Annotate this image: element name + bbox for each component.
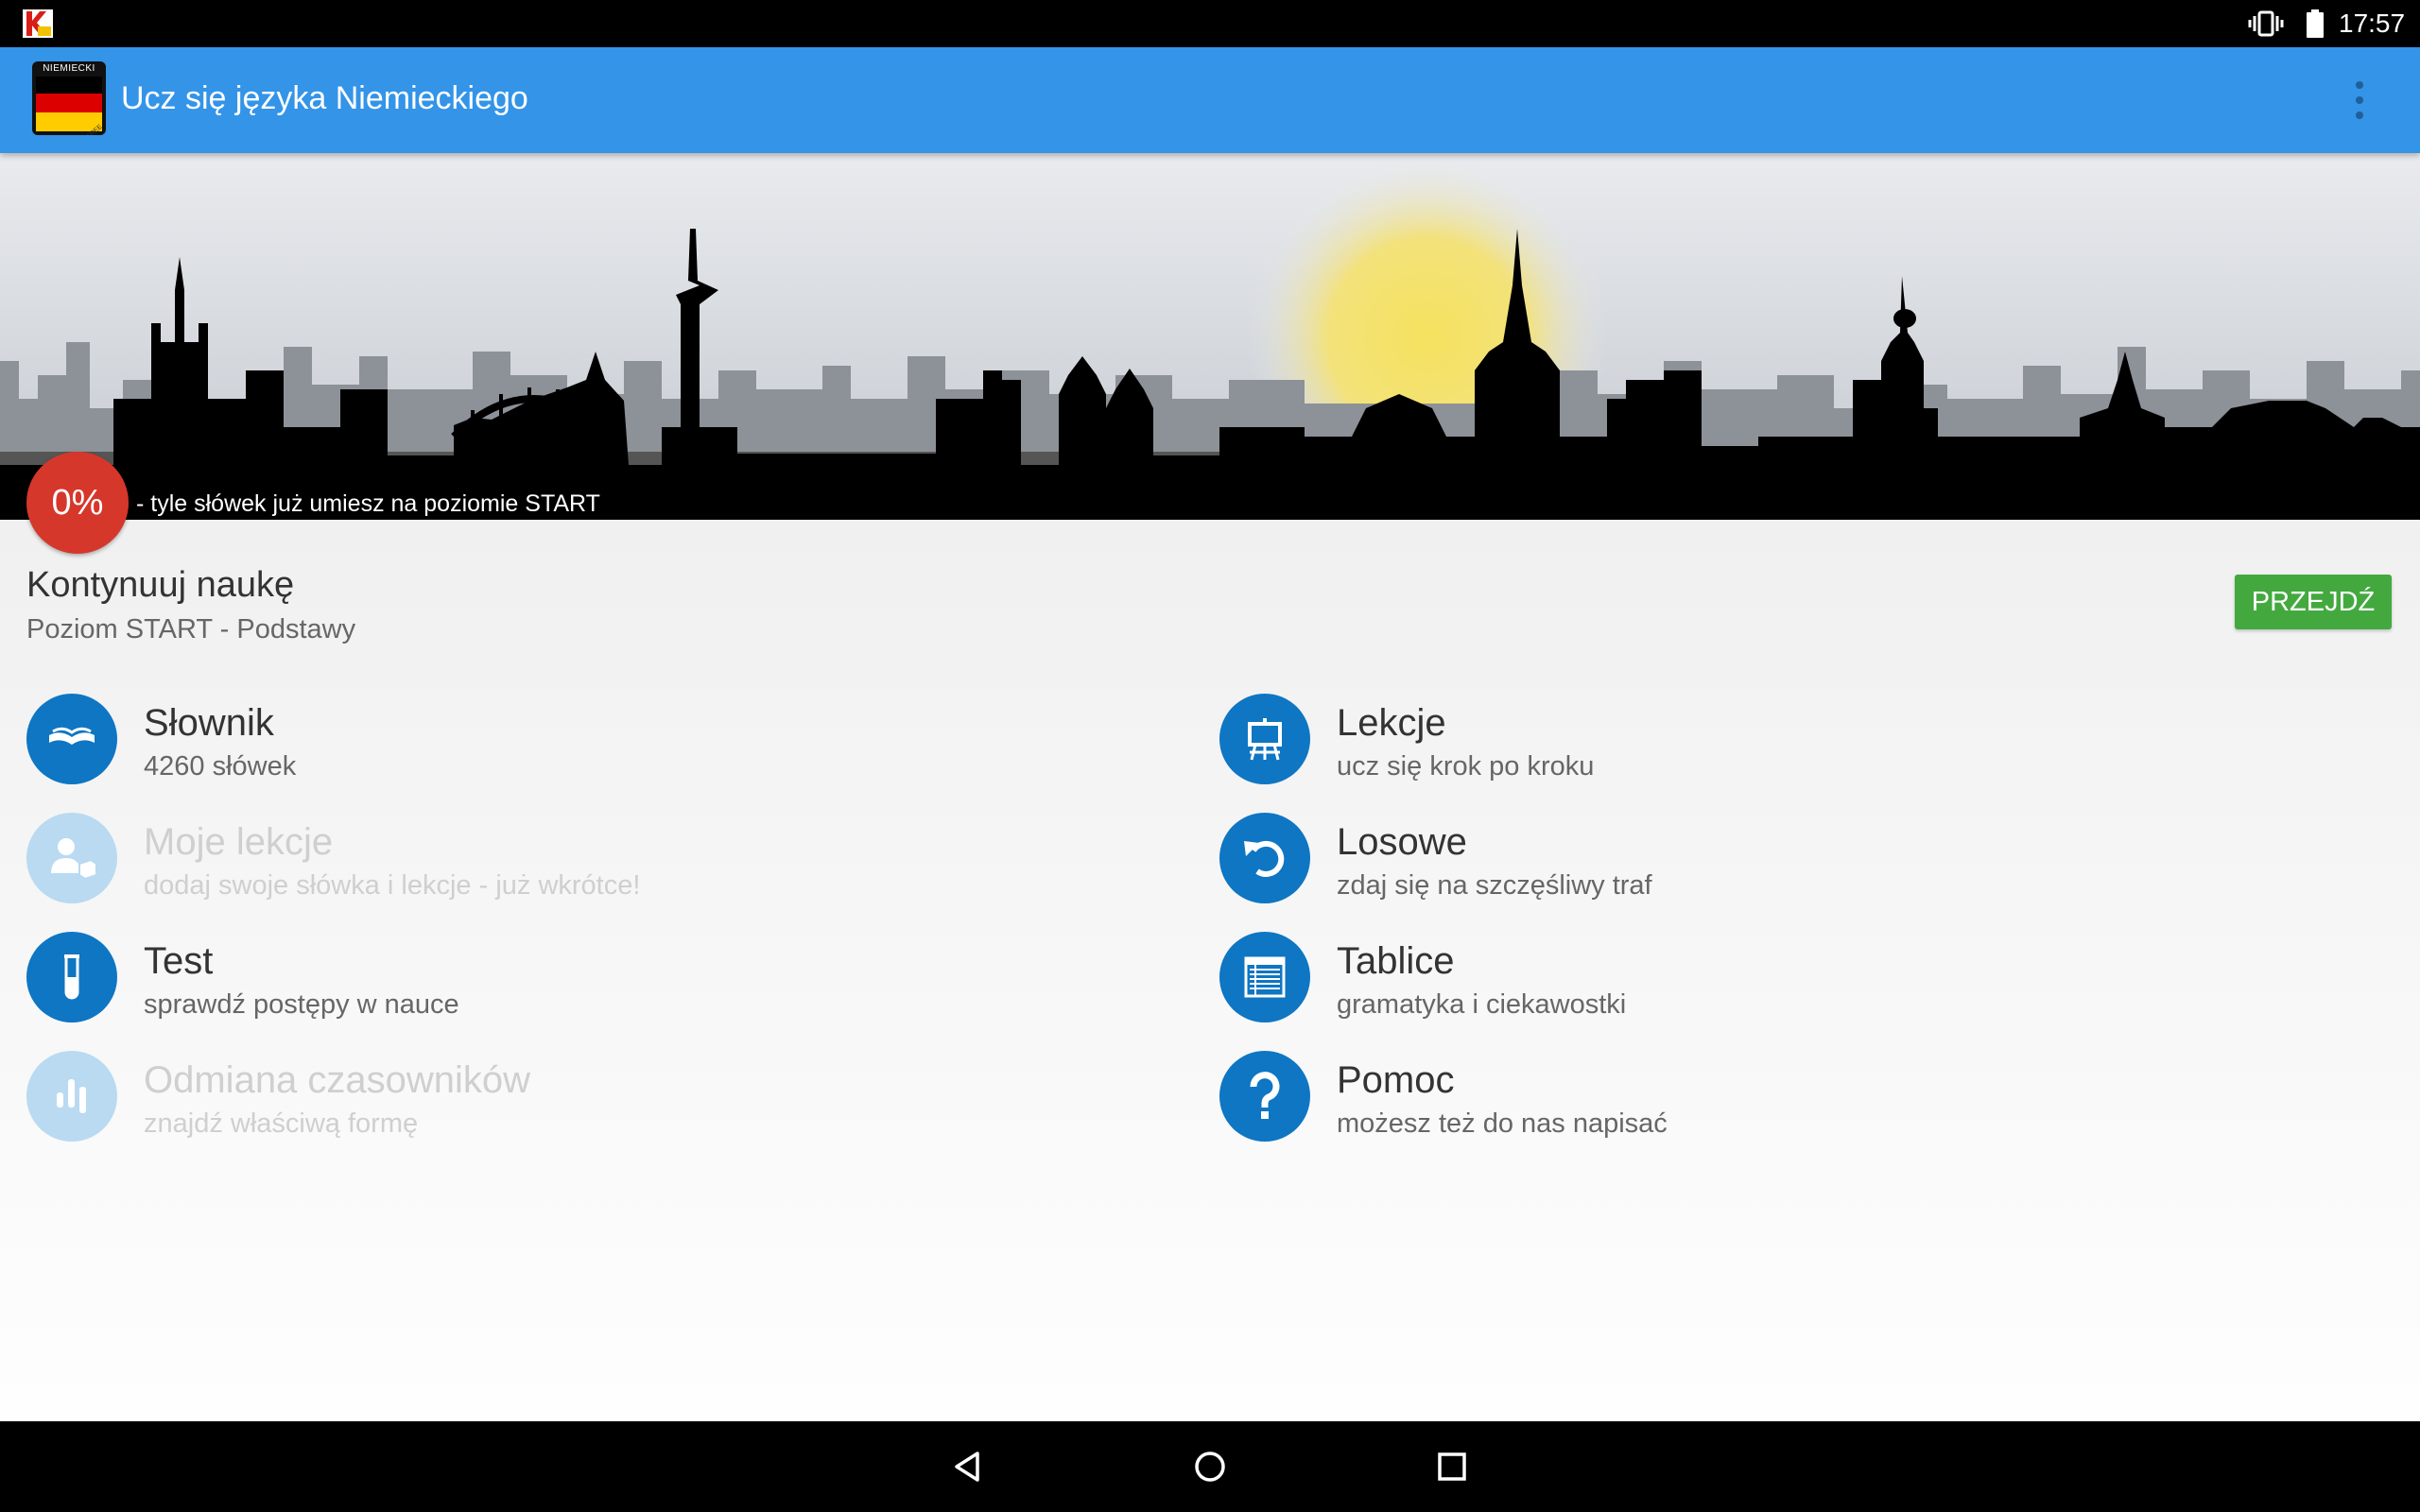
user-box-icon bbox=[26, 813, 117, 903]
undo-arrow-icon bbox=[1219, 813, 1310, 903]
home-icon[interactable] bbox=[1191, 1448, 1229, 1486]
menu-item-title: Lekcje bbox=[1337, 702, 1446, 744]
app-bar: NIEMIECKI FREE Ucz się języka Niemieckie… bbox=[0, 47, 2420, 153]
navigation-bar bbox=[0, 1421, 2420, 1512]
menu-item-subtitle: 4260 słówek bbox=[144, 751, 297, 782]
battery-icon bbox=[2307, 9, 2324, 38]
status-bar: 17:57 bbox=[0, 0, 2420, 47]
easel-icon bbox=[1219, 694, 1310, 784]
menu-item-tables[interactable]: Tablice gramatyka i ciekawostki bbox=[1219, 932, 2354, 1026]
overflow-menu-icon[interactable] bbox=[2344, 72, 2375, 129]
menu-item-subtitle: sprawdź postępy w nauce bbox=[144, 989, 459, 1020]
app-title: Ucz się języka Niemieckiego bbox=[121, 80, 528, 116]
menu-item-title: Losowe bbox=[1337, 821, 1467, 863]
menu-item-title: Słownik bbox=[144, 702, 274, 744]
continue-title: Kontynuuj naukę bbox=[26, 565, 295, 605]
menu-item-title: Test bbox=[144, 940, 214, 982]
back-icon[interactable] bbox=[949, 1448, 987, 1486]
test-tube-icon bbox=[26, 932, 117, 1022]
vibrate-icon bbox=[2248, 10, 2284, 37]
menu-item-title: Odmiana czasowników bbox=[144, 1059, 531, 1101]
recents-icon[interactable] bbox=[1433, 1448, 1471, 1486]
menu-item-subtitle: znajdź właściwą formę bbox=[144, 1108, 419, 1139]
app-logo: NIEMIECKI FREE bbox=[32, 61, 106, 135]
menu-item-subtitle: gramatyka i ciekawostki bbox=[1337, 989, 1627, 1020]
kaspersky-icon bbox=[23, 9, 53, 38]
menu-item-lessons[interactable]: Lekcje ucz się krok po kroku bbox=[1219, 694, 2354, 788]
go-button[interactable]: PRZEJDŹ bbox=[2235, 575, 2392, 629]
main-content: Kontynuuj naukę Poziom START - Podstawy … bbox=[0, 520, 2420, 1421]
menu-item-subtitle: zdaj się na szczęśliwy traf bbox=[1337, 870, 1652, 901]
menu-item-dictionary[interactable]: Słownik 4260 słówek bbox=[26, 694, 1161, 788]
clock: 17:57 bbox=[2339, 9, 2406, 38]
menu-item-subtitle: możesz też do nas napisać bbox=[1337, 1108, 1668, 1139]
app-logo-label: NIEMIECKI bbox=[43, 63, 95, 74]
progress-caption: - tyle słówek już umiesz na poziomie STA… bbox=[136, 490, 600, 517]
menu-item-test[interactable]: Test sprawdź postępy w nauce bbox=[26, 932, 1161, 1026]
menu-item-subtitle: ucz się krok po kroku bbox=[1337, 751, 1595, 782]
menu-item-my-lessons: Moje lekcje dodaj swoje słówka i lekcje … bbox=[26, 813, 1161, 907]
question-mark-icon bbox=[1219, 1051, 1310, 1142]
table-icon bbox=[1219, 932, 1310, 1022]
menu-item-subtitle: dodaj swoje słówka i lekcje - już wkrótc… bbox=[144, 870, 641, 901]
menu-item-verb-conjugation: Odmiana czasowników znajdź właściwą form… bbox=[26, 1051, 1161, 1145]
continue-subtitle: Poziom START - Podstawy bbox=[26, 614, 356, 644]
skyline-banner bbox=[0, 153, 2420, 520]
progress-badge: 0% bbox=[26, 452, 129, 554]
bars-icon bbox=[26, 1051, 117, 1142]
menu-item-help[interactable]: Pomoc możesz też do nas napisać bbox=[1219, 1051, 2354, 1145]
menu-item-random[interactable]: Losowe zdaj się na szczęśliwy traf bbox=[1219, 813, 2354, 907]
menu-item-title: Pomoc bbox=[1337, 1059, 1455, 1101]
menu-item-title: Tablice bbox=[1337, 940, 1455, 982]
menu-item-title: Moje lekcje bbox=[144, 821, 334, 863]
book-icon bbox=[26, 694, 117, 784]
